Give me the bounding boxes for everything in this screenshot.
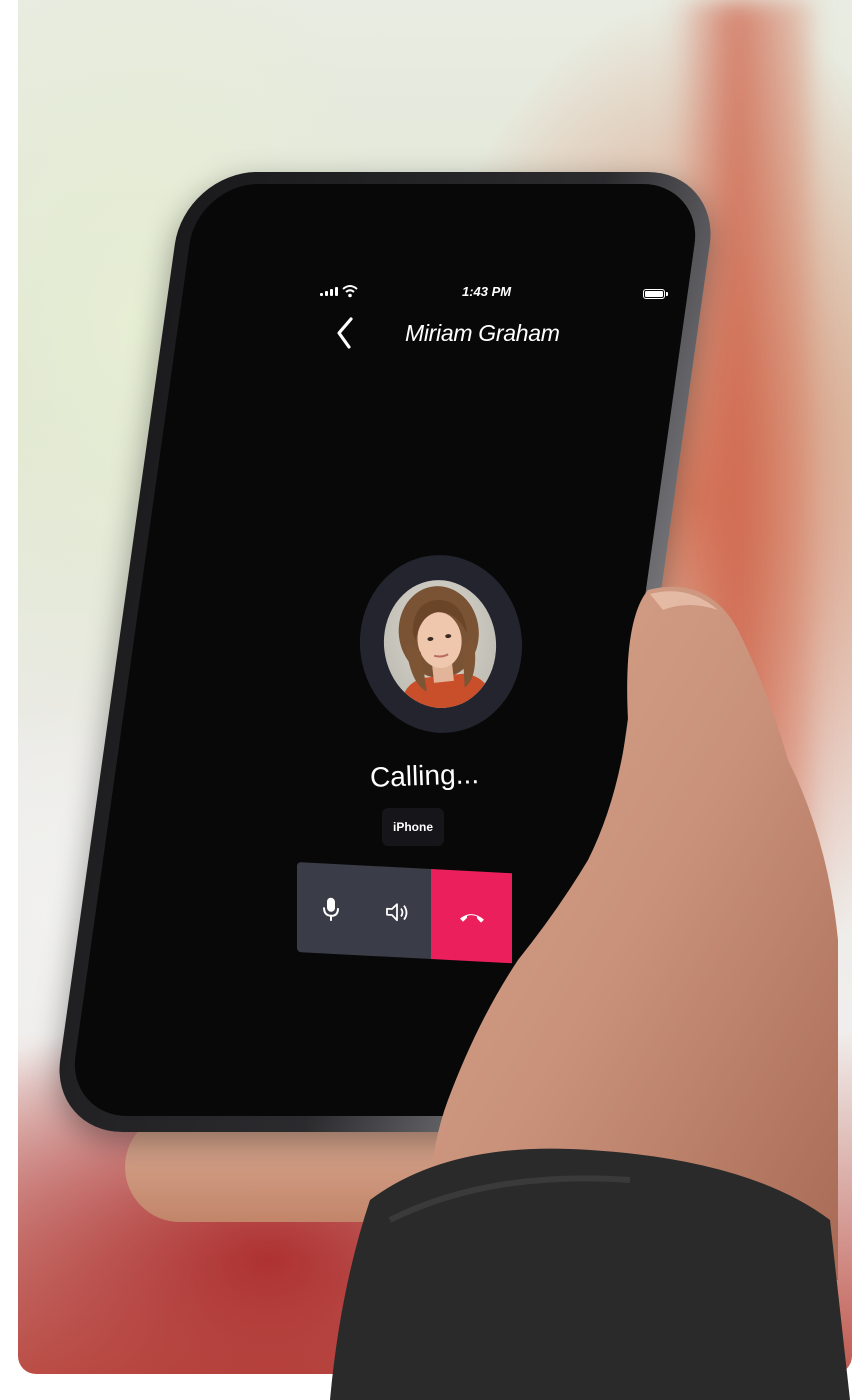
contact-name: Miriam Graham	[405, 320, 560, 346]
mute-button[interactable]	[297, 862, 365, 956]
signal-bars-icon	[320, 287, 338, 296]
battery-icon	[643, 289, 665, 299]
wifi-icon	[342, 285, 358, 298]
chevron-left-icon[interactable]	[330, 315, 360, 351]
speaker-icon	[386, 903, 408, 922]
status-time: 1:43 PM	[462, 284, 512, 299]
jacket-sleeve	[330, 1148, 850, 1400]
microphone-icon	[323, 897, 339, 921]
battery-tip	[666, 292, 668, 296]
